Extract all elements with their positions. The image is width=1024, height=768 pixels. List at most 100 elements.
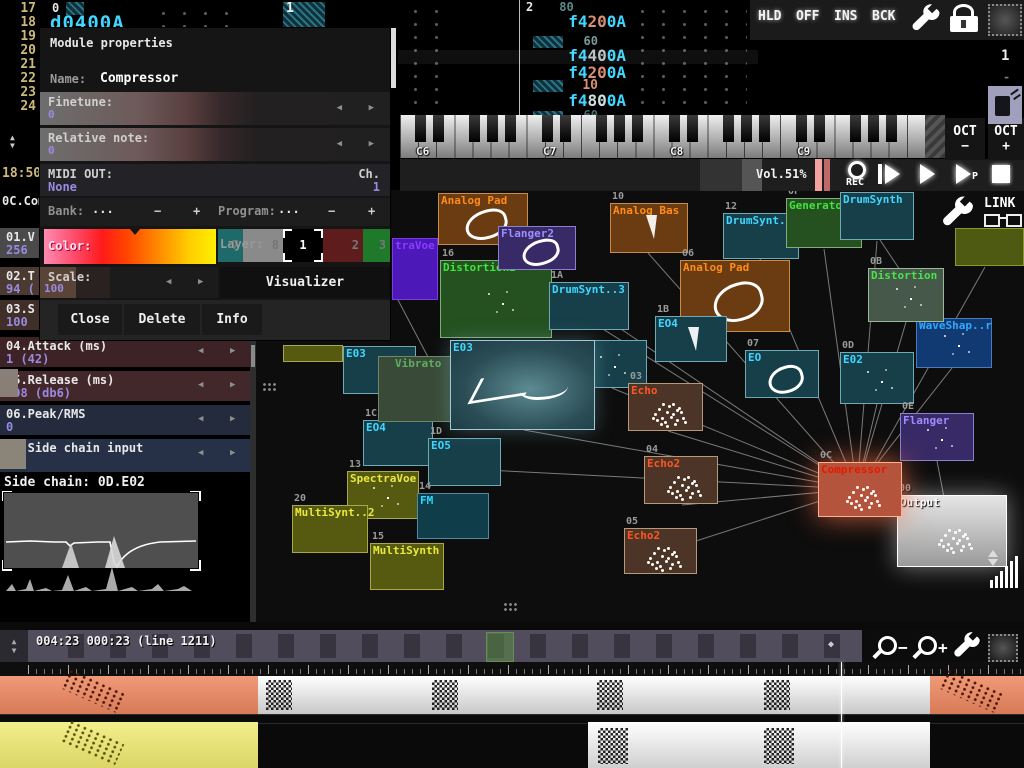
octave-up-button[interactable]: OCT+ bbox=[988, 118, 1024, 160]
scale-slider[interactable]: Scale: 100 ◀▶ bbox=[40, 267, 218, 298]
song-mode-button[interactable] bbox=[988, 86, 1022, 124]
octave-down-button[interactable]: OCT− bbox=[945, 118, 985, 160]
inc-arrow-icon[interactable]: ▶ bbox=[230, 346, 235, 356]
timeline-wrench-icon[interactable] bbox=[950, 630, 984, 664]
black-key[interactable] bbox=[505, 115, 516, 142]
finetune-slider[interactable]: Finetune: 0 ◀▶ bbox=[40, 92, 390, 125]
dec-arrow-icon[interactable]: ◀ bbox=[337, 139, 342, 149]
dec-arrow-icon[interactable]: ◀ bbox=[198, 414, 203, 424]
pattern-row[interactable]: f4200A bbox=[526, 12, 626, 31]
module-olive-strip[interactable] bbox=[283, 345, 343, 362]
black-key[interactable] bbox=[669, 115, 680, 142]
inc-arrow-icon[interactable]: ▶ bbox=[369, 103, 374, 113]
pattern-block-salmon-2[interactable] bbox=[930, 676, 1024, 714]
module-drumsynth3[interactable]: 1ADrumSynt..3 bbox=[549, 282, 629, 330]
layer-3-button[interactable]: 3 bbox=[363, 229, 390, 262]
layer-1-button-selected[interactable]: 1 bbox=[283, 229, 323, 262]
pattern-block-salmon[interactable] bbox=[0, 676, 258, 714]
module-echo2-04[interactable]: 04Echo2 bbox=[644, 456, 718, 504]
name-field[interactable]: Compressor bbox=[100, 71, 178, 86]
settings-wrench-icon[interactable] bbox=[908, 2, 944, 38]
delete-button[interactable]: Delete bbox=[124, 304, 200, 335]
black-key[interactable] bbox=[759, 115, 770, 142]
pattern-scrollbar[interactable] bbox=[391, 28, 396, 88]
module-eo4-1c[interactable]: 1CEO4 bbox=[363, 420, 433, 466]
black-key[interactable] bbox=[487, 115, 498, 142]
scroll-down-icon[interactable] bbox=[988, 559, 998, 566]
insert-button[interactable]: INS bbox=[834, 9, 857, 24]
module-flanger[interactable]: 0EFlanger bbox=[900, 413, 974, 461]
zoom-out-sign[interactable]: − bbox=[898, 638, 908, 657]
module-e02-0d[interactable]: 0DE02 bbox=[840, 352, 914, 404]
black-key[interactable] bbox=[560, 115, 571, 142]
timeline-ruler[interactable] bbox=[0, 662, 1024, 676]
dec-arrow-icon[interactable]: ◀ bbox=[166, 277, 171, 287]
inc-arrow-icon[interactable]: ▶ bbox=[230, 448, 235, 458]
close-button[interactable]: Close bbox=[58, 304, 122, 335]
volume-readout[interactable]: Vol.51% bbox=[756, 167, 807, 181]
pattern-block-white-2[interactable] bbox=[588, 722, 930, 768]
dec-arrow-icon[interactable]: ◀ bbox=[337, 103, 342, 113]
controller-row-release[interactable]: 05.Release (ms)108 (db6) ◀▶ bbox=[0, 371, 250, 401]
midi-out-value[interactable]: None bbox=[48, 180, 77, 194]
noteoff-button[interactable]: OFF bbox=[796, 9, 819, 24]
graph-vscroll-handle[interactable] bbox=[262, 382, 276, 391]
graph-wrench-icon[interactable] bbox=[938, 194, 978, 234]
midi-out-row[interactable]: MIDI OUT: None Ch. 1 bbox=[40, 164, 390, 196]
module-drumsynth[interactable]: DrumSynth bbox=[840, 192, 914, 240]
color-picker[interactable]: Color: bbox=[44, 229, 216, 264]
layer-2-button[interactable]: 2 bbox=[323, 229, 363, 262]
program-plus-button[interactable]: + bbox=[368, 204, 375, 218]
module-multisynth[interactable]: 15MultiSynth bbox=[370, 543, 444, 590]
module-eo5[interactable]: 1DEO5 bbox=[428, 438, 501, 486]
pattern-block-yellow[interactable] bbox=[0, 722, 258, 768]
inc-arrow-icon[interactable]: ▶ bbox=[198, 277, 203, 287]
black-key[interactable] bbox=[723, 115, 734, 142]
dec-arrow-icon[interactable]: ◀ bbox=[198, 346, 203, 356]
module-distortion[interactable]: 0BDistortion bbox=[868, 268, 944, 322]
black-key[interactable] bbox=[433, 115, 444, 142]
module-distortion2[interactable]: 16Distortion2 bbox=[440, 260, 552, 338]
record-button[interactable]: REC bbox=[838, 161, 872, 189]
timeline-header[interactable]: ◆ 004:23 000:23 (line 1211) bbox=[28, 630, 862, 662]
slider-handle[interactable] bbox=[0, 439, 26, 469]
module-echo[interactable]: 03Echo bbox=[628, 383, 703, 431]
module-analog-bass[interactable]: 10Analog Bas bbox=[610, 203, 688, 253]
pattern-icon-selected[interactable] bbox=[486, 632, 514, 662]
relative-note-slider[interactable]: Relative note: 0 ◀▶ bbox=[40, 128, 390, 161]
black-key[interactable] bbox=[741, 115, 752, 142]
black-key[interactable] bbox=[687, 115, 698, 142]
pattern-block-white[interactable] bbox=[258, 676, 930, 714]
dec-arrow-icon[interactable]: ◀ bbox=[198, 448, 203, 458]
timeline-track-1[interactable] bbox=[0, 676, 1024, 714]
inc-arrow-icon[interactable]: ▶ bbox=[230, 414, 235, 424]
panel-scrollbar-thumb[interactable] bbox=[251, 345, 255, 367]
module-eo[interactable]: 07EO bbox=[745, 350, 819, 398]
module-compressor-selected[interactable]: 0CCompressor bbox=[818, 462, 902, 517]
controller-row-attack[interactable]: 04.Attack (ms)1 (42) ◀▶ bbox=[0, 337, 250, 367]
selection-mode-icon[interactable] bbox=[988, 4, 1022, 36]
black-key[interactable] bbox=[868, 115, 879, 142]
timeline-track-2[interactable] bbox=[0, 722, 1024, 768]
black-key[interactable] bbox=[469, 115, 480, 142]
pattern-editor-mid[interactable]: 280 f4200A 60 f4400A f4200A 10 f4800A 60 bbox=[398, 0, 758, 115]
zoom-in-sign[interactable]: + bbox=[938, 638, 948, 657]
dec-arrow-icon[interactable]: ◀ bbox=[198, 380, 203, 390]
module-multisynth2[interactable]: 20MultiSynt..2 bbox=[292, 505, 368, 553]
zoom-in-icon[interactable] bbox=[918, 636, 937, 655]
visualizer-button[interactable]: Visualizer bbox=[220, 267, 390, 298]
module-spectravoice-partial[interactable]: traVoe bbox=[392, 238, 438, 300]
graph-hscroll-handle[interactable] bbox=[503, 602, 517, 611]
black-key[interactable] bbox=[814, 115, 825, 142]
program-minus-button[interactable]: − bbox=[328, 204, 335, 218]
module-echo2-05[interactable]: 05Echo2 bbox=[624, 528, 697, 574]
black-key[interactable] bbox=[796, 115, 807, 142]
black-key[interactable] bbox=[850, 115, 861, 142]
inc-arrow-icon[interactable]: ▶ bbox=[230, 380, 235, 390]
midi-channel-value[interactable]: 1 bbox=[373, 180, 380, 194]
black-key[interactable] bbox=[542, 115, 553, 142]
timeline-selection-icon[interactable] bbox=[988, 634, 1018, 662]
module-flanger2[interactable]: Flanger2 bbox=[498, 226, 576, 270]
scroll-up-icon[interactable] bbox=[988, 550, 998, 557]
black-key[interactable] bbox=[415, 115, 426, 142]
